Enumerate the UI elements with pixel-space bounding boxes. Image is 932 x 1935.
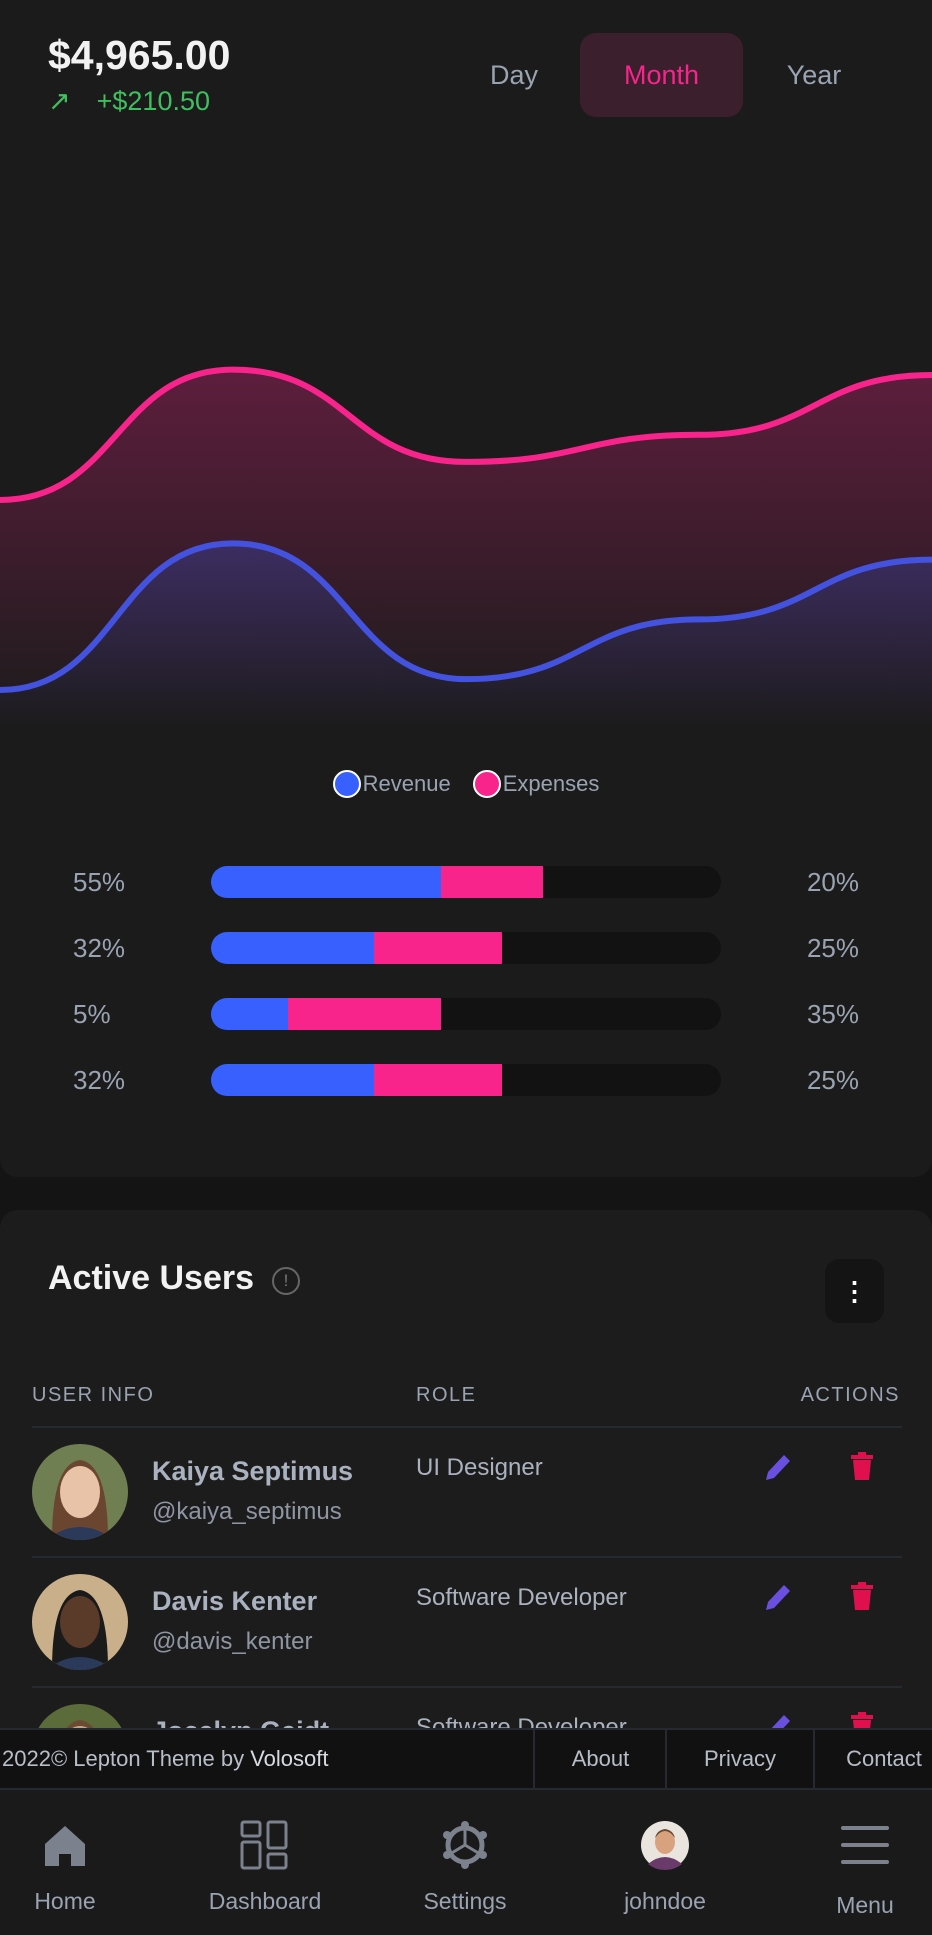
nav-home-label: Home	[34, 1888, 96, 1914]
col-role: ROLE	[416, 1384, 477, 1406]
edit-icon[interactable]	[764, 1582, 792, 1612]
nav-menu[interactable]: Menu	[775, 1790, 932, 1935]
active-users-title: Active Users	[48, 1259, 255, 1297]
user-avatar	[32, 1574, 128, 1670]
expenses-segment	[287, 998, 441, 1030]
user-role: Software Developer	[416, 1584, 627, 1611]
progress-left-label: 32%	[73, 1065, 126, 1095]
col-actions: ACTIONS	[800, 1384, 900, 1406]
progress-left-label: 55%	[73, 867, 126, 897]
progress-right-label: 25%	[806, 1065, 859, 1095]
progress-bar	[211, 998, 721, 1030]
divider	[32, 1686, 902, 1688]
user-role: UI Designer	[416, 1454, 543, 1481]
home-icon	[45, 1826, 85, 1866]
progress-left-label: 32%	[73, 933, 126, 963]
footer-contact-link[interactable]: Contact	[813, 1730, 932, 1788]
nav-dashboard[interactable]: Dashboard	[175, 1790, 355, 1935]
copyright: 2022© Lepton Theme by Volosoft	[2, 1730, 328, 1788]
expenses-dot-icon	[472, 770, 501, 798]
nav-profile-label: johndoe	[624, 1888, 706, 1914]
revenue-segment	[211, 866, 441, 898]
user-handle: @davis_kenter	[152, 1628, 313, 1655]
footer: 2022© Lepton Theme by Volosoft About Pri…	[0, 1728, 932, 1790]
expenses-segment	[374, 1064, 502, 1096]
footer-privacy-link[interactable]: Privacy	[665, 1730, 813, 1788]
divider	[32, 1556, 902, 1558]
area-chart	[0, 366, 932, 728]
bottom-nav: Home Dashboard Settings johndoe Menu	[0, 1790, 932, 1935]
divider	[32, 1426, 902, 1428]
user-name[interactable]: Kaiya Septimus	[152, 1456, 353, 1487]
expenses-segment	[440, 866, 543, 898]
delete-icon[interactable]	[850, 1582, 874, 1610]
user-handle: @kaiya_septimus	[152, 1498, 342, 1525]
nav-menu-label: Menu	[836, 1892, 894, 1918]
copyright-text: 2022© Lepton Theme by	[2, 1746, 251, 1771]
user-avatar	[32, 1444, 128, 1540]
hamburger-icon	[841, 1826, 889, 1864]
user-name[interactable]: Davis Kenter	[152, 1586, 317, 1617]
gear-icon	[443, 1821, 487, 1869]
progress-right-label: 25%	[806, 933, 859, 963]
nav-settings-label: Settings	[423, 1888, 507, 1914]
nav-home[interactable]: Home	[0, 1790, 155, 1935]
footer-about-link[interactable]: About	[533, 1730, 666, 1788]
delete-icon[interactable]	[850, 1452, 874, 1480]
dashboard-icon	[240, 1820, 288, 1870]
progress-right-label: 20%	[806, 867, 859, 897]
nav-settings[interactable]: Settings	[375, 1790, 555, 1935]
avatar	[641, 1821, 689, 1870]
revenue-segment	[211, 932, 375, 964]
revenue-dot-icon	[332, 770, 361, 798]
brand-link[interactable]: Volosoft	[250, 1746, 328, 1771]
legend-revenue-label: Revenue	[362, 771, 451, 796]
chart-legend: Revenue Expenses	[0, 770, 932, 798]
nav-dashboard-label: Dashboard	[208, 1888, 322, 1914]
nav-profile[interactable]: johndoe	[575, 1790, 755, 1935]
expenses-segment	[374, 932, 502, 964]
progress-bar	[211, 1064, 721, 1096]
info-icon[interactable]: !	[272, 1267, 300, 1295]
legend-expenses-label: Expenses	[502, 771, 600, 796]
progress-left-label: 5%	[73, 999, 111, 1029]
legend-expenses[interactable]: Expenses	[472, 770, 600, 798]
edit-icon[interactable]	[764, 1452, 792, 1482]
revenue-segment	[211, 1064, 375, 1096]
revenue-segment	[211, 998, 288, 1030]
legend-revenue[interactable]: Revenue	[332, 770, 451, 798]
more-options-button[interactable]: ⋮	[825, 1259, 884, 1323]
col-user-info: USER INFO	[32, 1384, 155, 1406]
progress-right-label: 35%	[806, 999, 859, 1029]
progress-bar	[211, 932, 721, 964]
progress-bar	[211, 866, 721, 898]
